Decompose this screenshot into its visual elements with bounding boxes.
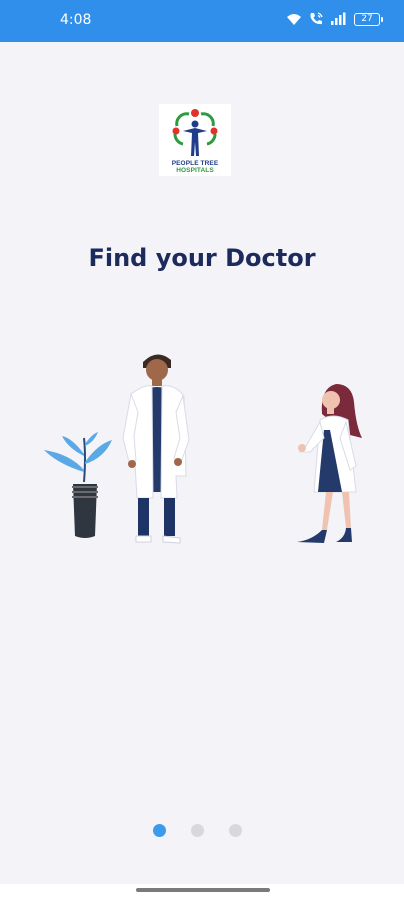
status-icons: 27 bbox=[286, 11, 383, 27]
page-dot-1[interactable] bbox=[153, 824, 166, 837]
page-dot-2[interactable] bbox=[191, 824, 204, 837]
logo-text-line2: HOSPITALS bbox=[176, 167, 214, 174]
home-indicator[interactable] bbox=[136, 888, 270, 892]
hospital-logo: PEOPLE TREE HOSPITALS bbox=[159, 104, 231, 176]
page-indicator bbox=[0, 824, 404, 840]
logo-mark-icon bbox=[172, 109, 218, 156]
logo-text-line1: PEOPLE TREE bbox=[171, 160, 219, 167]
onboarding-title: Find your Doctor bbox=[88, 244, 316, 272]
status-bar: 4:08 27 bbox=[0, 0, 404, 42]
plant-icon bbox=[44, 432, 112, 538]
page-dot-3[interactable] bbox=[229, 824, 242, 837]
signal-icon bbox=[331, 12, 346, 25]
wifi-icon bbox=[287, 14, 301, 25]
male-doctor-icon bbox=[122, 354, 190, 544]
status-time: 4:08 bbox=[60, 12, 92, 28]
female-doctor-icon bbox=[297, 384, 362, 543]
onboarding-screen: PEOPLE TREE HOSPITALS Find your Doctor bbox=[0, 42, 404, 884]
doctors-illustration bbox=[44, 354, 362, 544]
system-nav-bar bbox=[0, 884, 404, 900]
wifi-calling-icon bbox=[310, 12, 323, 25]
battery-icon: 27 bbox=[354, 12, 383, 26]
